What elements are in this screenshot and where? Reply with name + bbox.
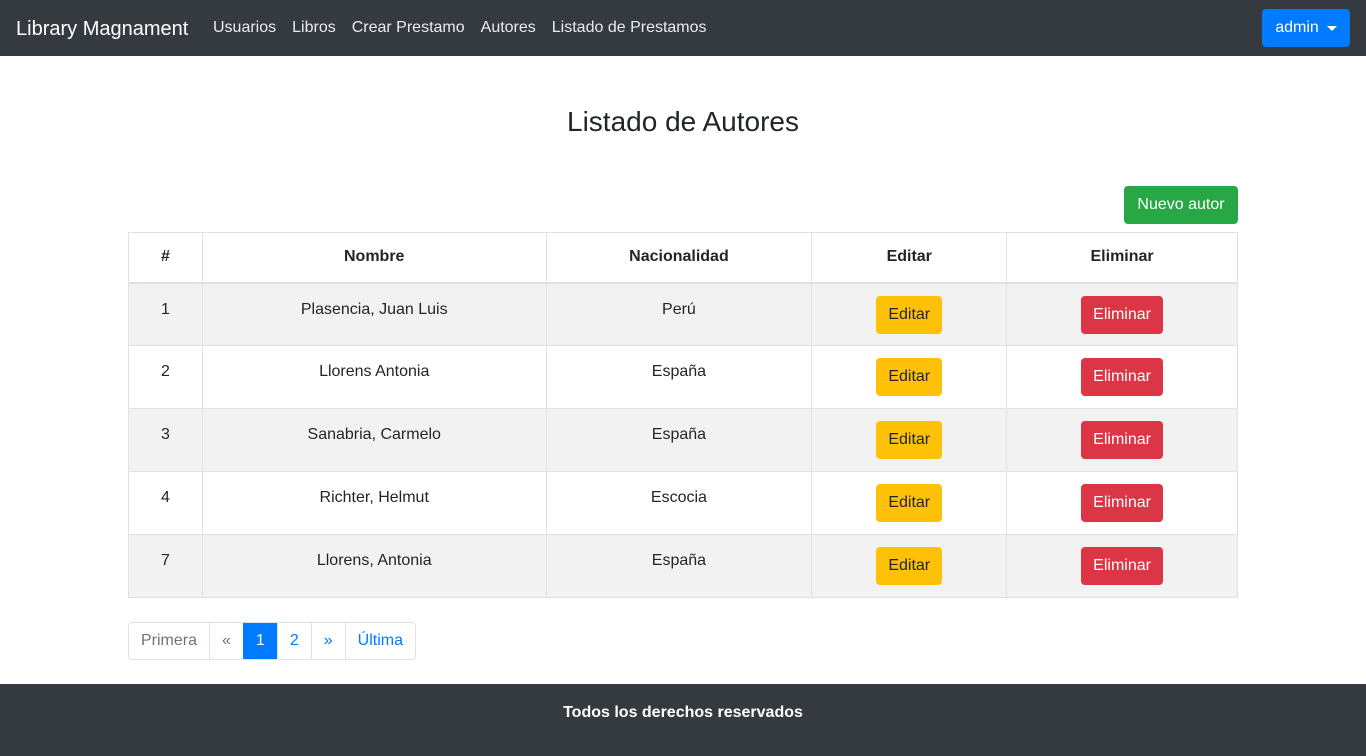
table-row: 1 Plasencia, Juan Luis Perú Editar Elimi… <box>128 282 1238 346</box>
page-prev-link: « <box>209 623 243 659</box>
pagination: Primera « 1 2 » Última <box>128 622 416 660</box>
cell-id: 2 <box>128 345 203 409</box>
cell-edit: Editar <box>811 534 1008 598</box>
column-header-name: Nombre <box>201 232 547 284</box>
delete-button[interactable]: Eliminar <box>1081 358 1164 396</box>
cell-nationality: España <box>545 534 813 598</box>
edit-button[interactable]: Editar <box>876 295 943 334</box>
cell-edit: Editar <box>811 471 1008 535</box>
nav-link-libros[interactable]: Libros <box>284 18 344 38</box>
cell-delete: Eliminar <box>1006 471 1238 535</box>
table-header-row: # Nombre Nacionalidad Editar Eliminar <box>128 232 1238 284</box>
edit-button[interactable]: Editar <box>876 484 943 522</box>
page-link-1[interactable]: 1 <box>242 623 277 659</box>
edit-button[interactable]: Editar <box>876 421 943 459</box>
page-last-link[interactable]: Última <box>344 623 415 659</box>
delete-button[interactable]: Eliminar <box>1081 421 1164 459</box>
page-first-link: Primera <box>129 623 210 659</box>
delete-button[interactable]: Eliminar <box>1081 295 1164 334</box>
column-header-delete: Eliminar <box>1006 232 1238 284</box>
cell-name: Richter, Helmut <box>201 471 547 535</box>
table-row: 2 Llorens Antonia España Editar Eliminar <box>128 345 1238 409</box>
cell-delete: Eliminar <box>1006 282 1238 346</box>
cell-nationality: Escocia <box>545 471 813 535</box>
nav-link-autores[interactable]: Autores <box>473 18 544 38</box>
footer-text: Todos los derechos reservados <box>563 704 803 721</box>
cell-name: Sanabria, Carmelo <box>201 408 547 472</box>
column-header-edit: Editar <box>811 232 1008 284</box>
edit-button[interactable]: Editar <box>876 358 943 396</box>
cell-edit: Editar <box>811 282 1008 346</box>
nav-link-crear-prestamo[interactable]: Crear Prestamo <box>344 18 473 38</box>
column-header-id: # <box>128 232 203 284</box>
cell-nationality: España <box>545 408 813 472</box>
column-header-nationality: Nacionalidad <box>545 232 813 284</box>
cell-nationality: Perú <box>545 282 813 346</box>
cell-name: Plasencia, Juan Luis <box>201 282 547 346</box>
new-author-button[interactable]: Nuevo autor <box>1124 186 1238 224</box>
caret-down-icon <box>1326 25 1337 31</box>
delete-button[interactable]: Eliminar <box>1081 484 1164 522</box>
cell-id: 1 <box>128 282 203 346</box>
nav-link-usuarios[interactable]: Usuarios <box>205 18 284 38</box>
navbar-brand[interactable]: Library Magnament <box>16 16 188 42</box>
user-dropdown-button[interactable]: admin <box>1262 9 1350 47</box>
footer: Todos los derechos reservados <box>0 684 1366 756</box>
cell-delete: Eliminar <box>1006 345 1238 409</box>
page-link-2[interactable]: 2 <box>276 623 311 659</box>
cell-edit: Editar <box>811 345 1008 409</box>
nav-links: Usuarios Libros Crear Prestamo Autores L… <box>205 18 715 38</box>
cell-delete: Eliminar <box>1006 534 1238 598</box>
cell-id: 3 <box>128 408 203 472</box>
authors-table: # Nombre Nacionalidad Editar Eliminar 1 … <box>128 232 1238 598</box>
table-row: 3 Sanabria, Carmelo España Editar Elimin… <box>128 408 1238 472</box>
page-title: Listado de Autores <box>567 106 799 137</box>
cell-nationality: España <box>545 345 813 409</box>
cell-edit: Editar <box>811 408 1008 472</box>
cell-id: 7 <box>128 534 203 598</box>
edit-button[interactable]: Editar <box>876 547 943 585</box>
cell-delete: Eliminar <box>1006 408 1238 472</box>
table-row: 4 Richter, Helmut Escocia Editar Elimina… <box>128 471 1238 535</box>
nav-link-listado-prestamos[interactable]: Listado de Prestamos <box>544 18 715 38</box>
page-next-link[interactable]: » <box>310 623 345 659</box>
cell-id: 4 <box>128 471 203 535</box>
cell-name: Llorens, Antonia <box>201 534 547 598</box>
top-navbar: Library Magnament Usuarios Libros Crear … <box>0 0 1366 56</box>
table-row: 7 Llorens, Antonia España Editar Elimina… <box>128 534 1238 598</box>
cell-name: Llorens Antonia <box>201 345 547 409</box>
delete-button[interactable]: Eliminar <box>1081 547 1164 585</box>
user-dropdown-label: admin <box>1275 19 1319 36</box>
